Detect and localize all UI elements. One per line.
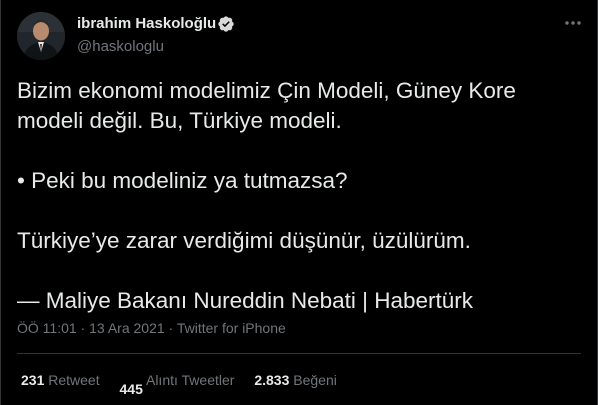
tweet-line-gap: [17, 256, 583, 286]
likes-stat[interactable]: 2.833 Beğeni: [254, 372, 337, 388]
tweet-line: • Peki bu modeliniz ya tutmazsa?: [17, 168, 348, 193]
tweet-text: Bizim ekonomi modelimiz Çin Modeli, Güne…: [17, 76, 583, 316]
tweet-line: Bizim ekonomi modelimiz Çin Modeli, Güne…: [17, 78, 516, 103]
like-count: 2.833: [254, 372, 290, 388]
avatar[interactable]: [17, 12, 65, 60]
more-options-icon[interactable]: [563, 16, 583, 30]
tweet-line-gap: [17, 136, 583, 166]
meta-separator: ·: [164, 320, 177, 336]
quote-tweets-stat[interactable]: 445 Alıntı Tweetler: [120, 372, 235, 397]
like-label: Beğeni: [293, 372, 337, 388]
tweet-date[interactable]: 13 Ara 2021: [89, 320, 165, 336]
meta-separator: ·: [76, 320, 90, 336]
tweet-line: — Maliye Bakanı Nureddin Nebati | Habert…: [17, 288, 474, 313]
tweet-line-gap: [17, 196, 583, 226]
tweet-time[interactable]: ÖÖ 11:01: [17, 320, 77, 336]
tweet-meta: ÖÖ 11:01 · 13 Ara 2021 · Twitter for iPh…: [17, 320, 286, 336]
retweets-stat[interactable]: 231 Retweet: [21, 372, 100, 388]
tweet-stats: 231 Retweet 445 Alıntı Tweetler 2.833 Be…: [21, 372, 353, 397]
quote-label: Alıntı Tweetler: [145, 372, 235, 388]
author-handle[interactable]: @haskologlu: [77, 38, 164, 55]
tweet: ibrahim Haskoloğlu @haskologlu Bizim eko…: [0, 0, 598, 405]
tweet-source[interactable]: Twitter for iPhone: [177, 320, 286, 336]
quote-count: 445: [119, 381, 143, 397]
tweet-line: Türkiye’ye zarar verdiğimi düşünür, üzül…: [17, 228, 471, 253]
retweet-label: Retweet: [48, 372, 100, 388]
avatar-photo: [17, 12, 65, 60]
retweet-count: 231: [21, 372, 45, 388]
tweet-line: modeli değil. Bu, Türkiye modeli.: [17, 108, 342, 133]
divider: [17, 353, 581, 354]
verified-badge-icon: [218, 16, 234, 32]
author-name[interactable]: ibrahim Haskoloğlu: [77, 15, 216, 32]
